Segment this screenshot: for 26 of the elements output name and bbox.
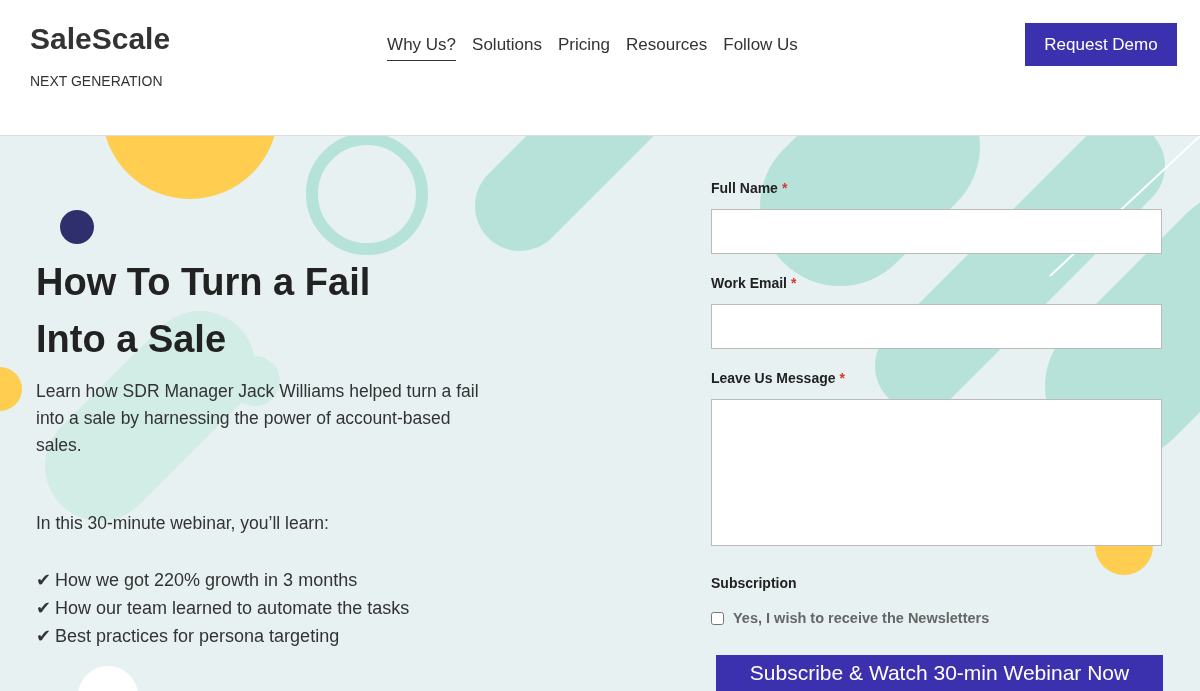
nav-link[interactable]: Follow Us <box>723 32 798 61</box>
nav-link[interactable]: Solutions <box>472 32 542 61</box>
check-mark: ✔ <box>36 625 51 649</box>
required-asterisk: * <box>791 274 797 293</box>
logo[interactable]: SaleScale <box>30 16 330 61</box>
field-label: Work Email <box>711 274 787 293</box>
subscription-heading: Subscription <box>711 574 798 593</box>
benefit-text: How our team learned to automate the tasks <box>55 597 410 621</box>
headline: How To Turn a Fail Into a Sale <box>36 260 372 362</box>
request-demo-button[interactable]: Request Demo <box>1025 23 1177 66</box>
nav-link[interactable]: Resources <box>626 32 708 61</box>
nav-link[interactable]: Pricing <box>558 32 610 61</box>
tagline: NEXT GENERATION <box>30 72 164 91</box>
nav-link[interactable]: Why Us? <box>387 32 457 61</box>
check-mark: ✔ <box>36 597 51 621</box>
benefit-text: How we got 220% growth in 3 months <box>55 569 358 593</box>
benefit-text: Best practices for persona targeting <box>55 625 340 649</box>
checkbox-label: Yes, I wish to receive the Newsletters <box>733 609 990 628</box>
check-mark: ✔ <box>36 569 51 593</box>
intro-text: In this 30-minute webinar, you’ll learn: <box>36 512 330 535</box>
field-label: Leave Us Message <box>711 369 836 388</box>
required-asterisk: * <box>781 179 788 198</box>
field-label: Full Name <box>711 179 778 198</box>
required-asterisk: * <box>839 369 845 388</box>
description: Learn how SDR Manager Jack Williams helped turn a fail into a sale by harnessing the power of account-based sales. <box>36 380 480 457</box>
submit-button[interactable]: Subscribe & Watch 30-min Webinar Now <box>716 654 1163 691</box>
